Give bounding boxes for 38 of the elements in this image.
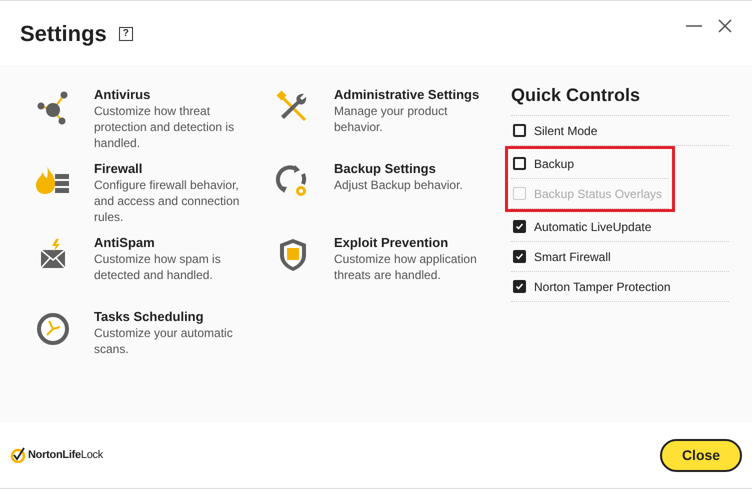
window-title: Settings	[20, 20, 107, 48]
setting-title[interactable]: Firewall	[94, 160, 252, 177]
checkbox-label: Backup Status Overlays	[534, 186, 662, 202]
checkbox-label: Smart Firewall	[534, 248, 611, 266]
checkbox[interactable]	[513, 220, 526, 233]
setting-description: Customize how threat protection and detection is handled.	[94, 103, 236, 151]
setting-title[interactable]: AntiSpam	[94, 234, 252, 251]
help-icon[interactable]: ?	[118, 26, 133, 40]
flame-wall-icon	[35, 164, 71, 196]
checkmark-icon	[515, 222, 524, 231]
checkbox-label: Backup	[534, 156, 574, 172]
setting-title[interactable]: Antivirus	[94, 86, 252, 103]
setting-title[interactable]: Exploit Prevention	[334, 234, 492, 251]
close-icon[interactable]	[718, 19, 732, 33]
setting-description: Customize your automatic scans.	[94, 325, 234, 357]
checkbox-label: Norton Tamper Protection	[534, 278, 671, 296]
checkbox[interactable]	[513, 280, 526, 293]
checkbox-label: Automatic LiveUpdate	[534, 218, 652, 236]
checkbox-label: Silent Mode	[534, 122, 598, 140]
setting-description: Adjust Backup behavior.	[334, 177, 464, 193]
setting-title[interactable]: Administrative Settings	[334, 86, 492, 103]
close-button[interactable]: Close	[660, 438, 742, 472]
quick-controls-title: Quick Controls	[511, 82, 729, 116]
clock-icon	[36, 312, 70, 346]
checkmark-icon	[515, 252, 524, 261]
setting-description: Manage your product behavior.	[334, 103, 448, 135]
setting-description: Customize how application threats are handled.	[334, 251, 478, 283]
checkmark-logo-icon	[10, 447, 26, 463]
setting-description: Configure firewall behavior, and access and connection rules.	[94, 177, 240, 225]
brand-logo: NortonLifeLock	[28, 448, 103, 463]
checkbox[interactable]	[513, 157, 526, 170]
setting-description: Customize how spam is detected and handled.	[94, 251, 222, 283]
setting-title[interactable]: Tasks Scheduling	[94, 308, 252, 325]
envelope-bolt-icon	[39, 238, 67, 270]
checkbox[interactable]	[513, 124, 526, 137]
checkmark-icon	[515, 282, 524, 291]
setting-title[interactable]: Backup Settings	[334, 160, 492, 177]
checkbox[interactable]	[513, 250, 526, 263]
